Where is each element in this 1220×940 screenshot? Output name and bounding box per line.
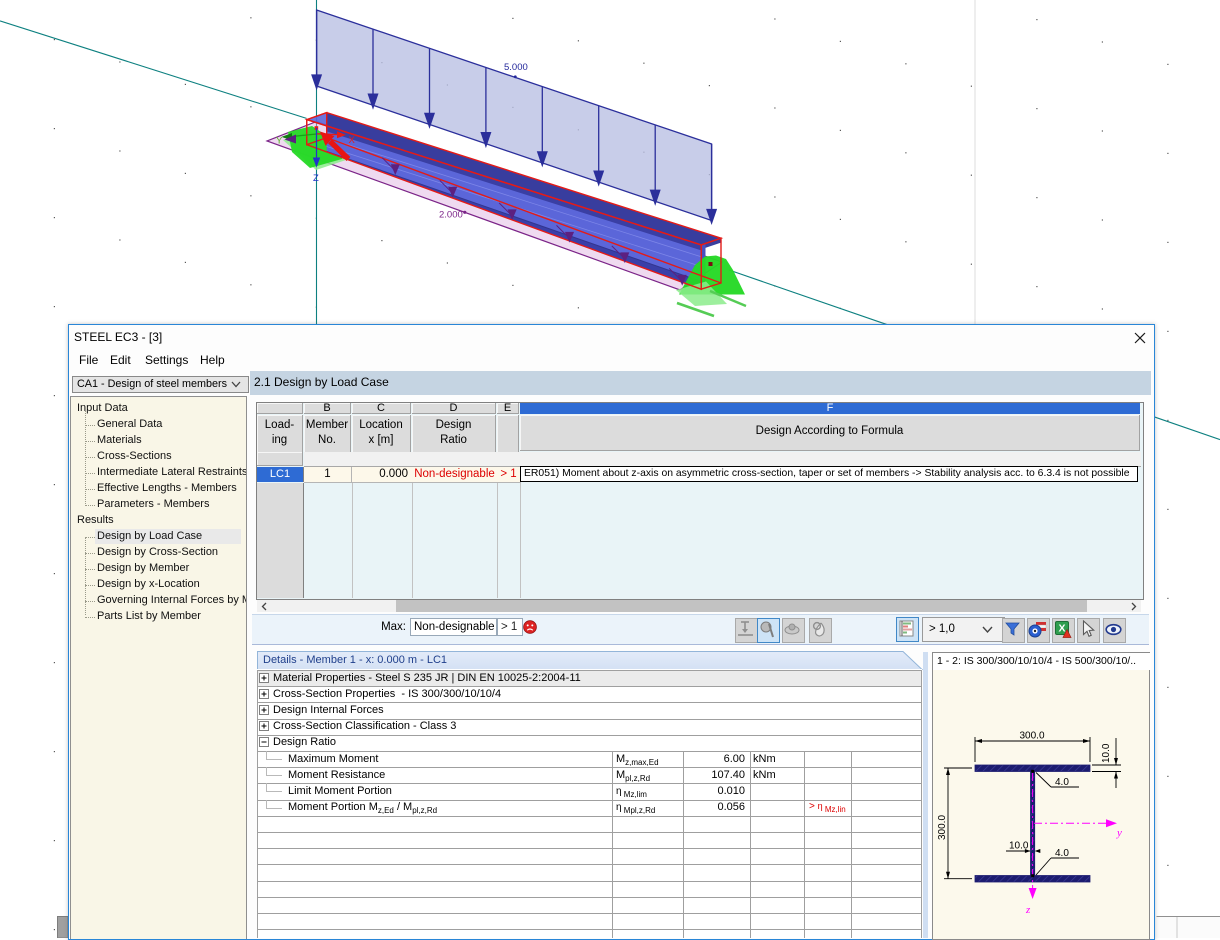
svg-text:10.0: 10.0 [1009, 841, 1029, 852]
svg-text:4.0: 4.0 [1055, 777, 1069, 788]
svg-text:300.0: 300.0 [1019, 731, 1044, 742]
svg-text:Z: Z [313, 173, 319, 184]
svg-text:2.000: 2.000 [439, 210, 463, 221]
svg-text:X: X [349, 135, 356, 146]
svg-text:z: z [1025, 904, 1031, 916]
svg-text:X: X [1058, 623, 1065, 635]
svg-text:y: y [1116, 827, 1122, 839]
svg-text:5.000: 5.000 [504, 62, 528, 73]
svg-text:Y: Y [276, 136, 283, 147]
svg-text:4.0: 4.0 [1055, 848, 1069, 859]
svg-text:300.0: 300.0 [937, 815, 948, 840]
svg-text:10.0: 10.0 [1101, 743, 1112, 763]
